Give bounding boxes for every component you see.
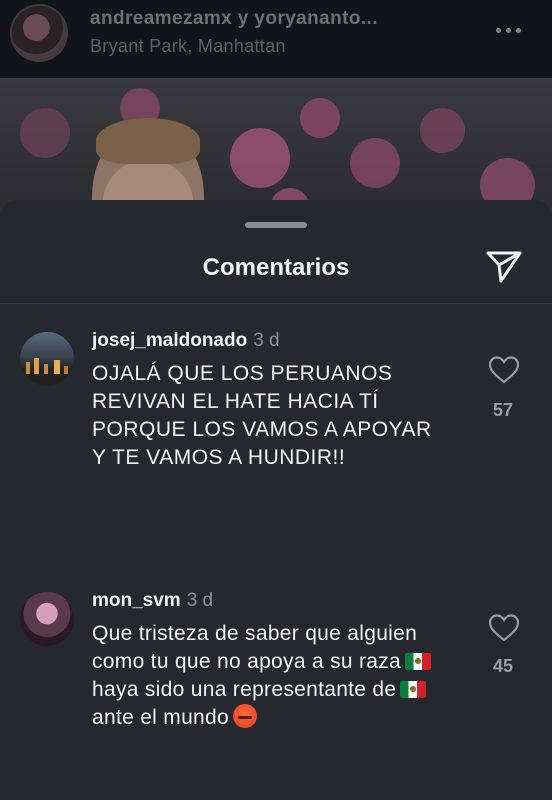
comment-meta: mon_svm 3 d [92,590,213,612]
comment-meta: josej_maldonado 3 d [92,330,280,352]
divider [0,303,552,304]
comments-sheet: Comentarios josej_maldonado 3 d OJALÁ QUE… [0,200,552,800]
comment-text-part: Que tristeza de saber que alguien como t… [92,622,418,673]
comment-username[interactable]: mon_svm [92,590,181,611]
sheet-title: Comentarios [202,254,350,281]
comment-username[interactable]: josej_maldonado [92,330,247,351]
commenter-avatar[interactable] [20,332,74,386]
mexico-flag-emoji [400,681,427,698]
angry-face-emoji [233,704,257,728]
comment-text: Que tristeza de saber que alguien como t… [92,620,444,732]
mexico-flag-emoji [405,653,432,670]
post-username[interactable]: andreamezamx y yoryananto... [90,8,378,30]
comment-text-part: ante el mundo [92,706,229,729]
post-location[interactable]: Bryant Park, Manhattan [90,36,286,57]
comment-text-part: haya sido una representante de [92,678,397,701]
sheet-grabber[interactable] [245,222,307,228]
commenter-avatar[interactable] [20,592,74,646]
send-icon[interactable] [484,246,524,286]
comment-time: 3 d [253,330,280,351]
like-count: 57 [492,400,514,420]
comment-text: OJALÁ QUE LOS PERUANOS REVIVAN EL HATE H… [92,362,432,469]
post-header: andreamezamx y yoryananto... Bryant Park… [0,0,552,78]
heart-outline-icon[interactable] [488,355,520,385]
more-options-icon[interactable] [496,20,532,40]
heart-outline-icon[interactable] [488,613,520,643]
comment-time: 3 d [186,590,214,611]
like-count: 45 [492,656,514,676]
post-avatar[interactable] [12,6,66,60]
